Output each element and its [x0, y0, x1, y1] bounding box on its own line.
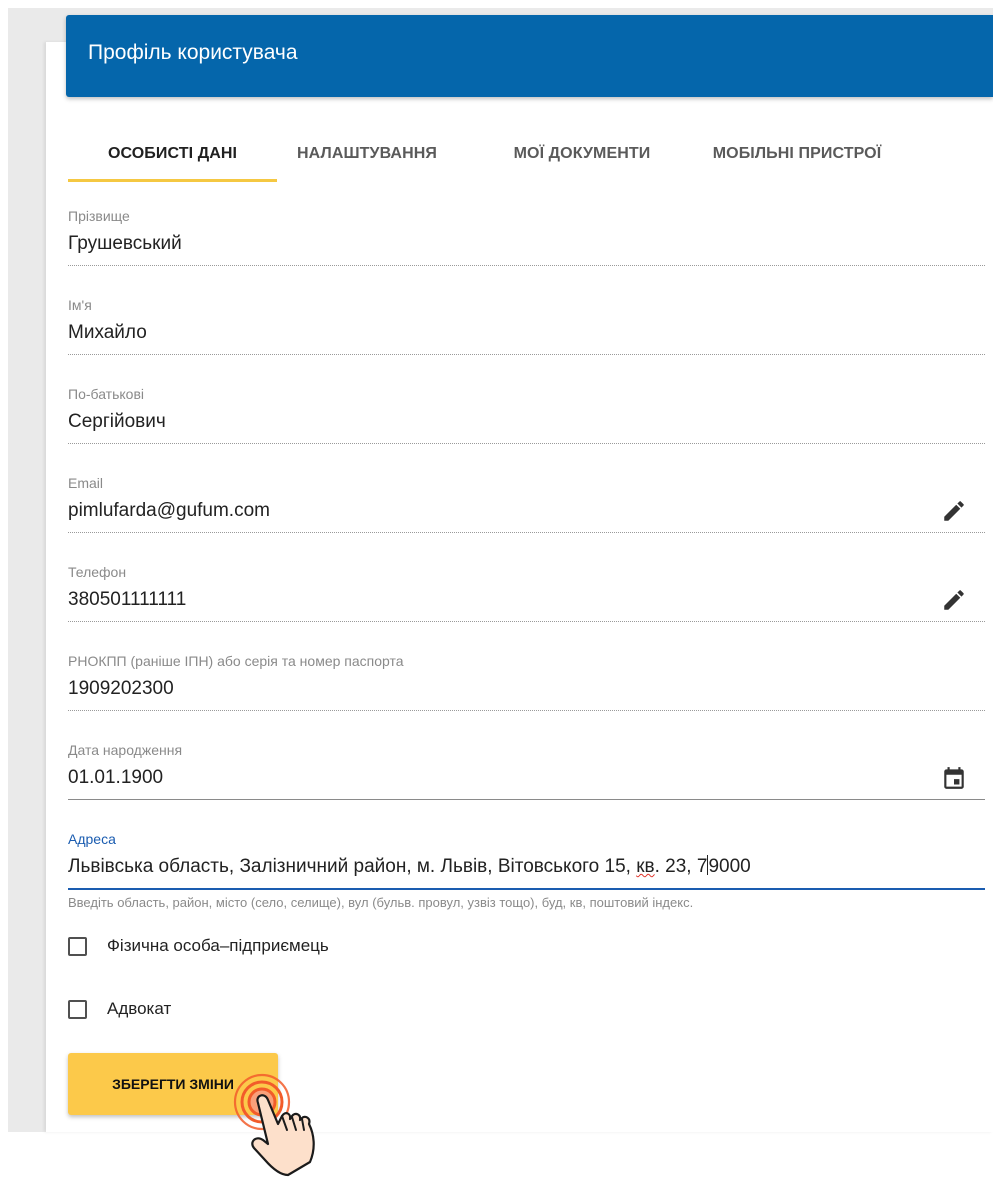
checkbox-lawyer[interactable]: Адвокат	[68, 996, 171, 1022]
checkbox-entrepreneur-box[interactable]	[68, 936, 87, 956]
checkbox-lawyer-box[interactable]	[68, 999, 87, 1019]
phone-underline	[68, 621, 985, 622]
address-input[interactable]: Львівська область, Залізничний район, м.…	[68, 852, 985, 882]
tax-id-underline	[68, 710, 985, 711]
page: Профіль користувача ОСОБИСТІ ДАНІ НАЛАШТ…	[0, 0, 993, 1182]
profile-tabs: ОСОБИСТІ ДАНІ НАЛАШТУВАННЯ МОЇ ДОКУМЕНТИ…	[68, 128, 887, 182]
patronymic-label: По-батькові	[68, 386, 145, 402]
address-helper-text: Введіть область, район, місто (село, сел…	[68, 895, 694, 910]
page-title: Профіль користувача	[88, 41, 298, 64]
save-changes-button[interactable]: ЗБЕРЕГТИ ЗМІНИ	[68, 1053, 278, 1115]
email-field[interactable]: Email pimlufarda@gufum.com	[68, 474, 985, 533]
spellcheck-marked-text: кв	[636, 856, 655, 877]
birth-date-label: Дата народження	[68, 742, 183, 758]
first-name-underline	[68, 354, 985, 355]
address-label: Адреса	[68, 831, 116, 847]
calendar-icon[interactable]	[941, 765, 967, 791]
address-underline	[68, 888, 985, 890]
first-name-input[interactable]: Михайло	[68, 318, 985, 348]
surname-label: Прізвище	[68, 208, 130, 224]
edit-pencil-icon[interactable]	[941, 587, 967, 613]
checkbox-lawyer-label: Адвокат	[107, 999, 172, 1018]
address-text-part: . 23, 7	[654, 856, 708, 877]
surname-input[interactable]: Грушевський	[68, 229, 985, 259]
address-text-part: 9000	[708, 856, 751, 877]
patronymic-underline	[68, 443, 985, 444]
surname-underline	[68, 265, 985, 266]
tax-id-input[interactable]: 1909202300	[68, 674, 985, 704]
address-field[interactable]: Адреса Львівська область, Залізничний ра…	[68, 830, 985, 890]
patronymic-field[interactable]: По-батькові Сергійович	[68, 385, 985, 444]
email-underline	[68, 532, 985, 533]
tab-settings[interactable]: НАЛАШТУВАННЯ	[277, 128, 457, 180]
email-input[interactable]: pimlufarda@gufum.com	[68, 496, 985, 526]
phone-input[interactable]: 380501111111	[68, 585, 985, 615]
profile-header: Профіль користувача	[66, 15, 993, 97]
tab-personal-data[interactable]: ОСОБИСТІ ДАНІ	[68, 128, 277, 182]
edit-pencil-icon[interactable]	[941, 498, 967, 524]
birth-date-underline	[68, 799, 985, 800]
patronymic-input[interactable]: Сергійович	[68, 407, 985, 437]
surname-field[interactable]: Прізвище Грушевський	[68, 207, 985, 266]
phone-field[interactable]: Телефон 380501111111	[68, 563, 985, 622]
phone-label: Телефон	[68, 564, 127, 580]
address-text-part: Львівська область, Залізничний район, м.…	[68, 856, 637, 877]
tax-id-label: РНОКПП (раніше ІПН) або серія та номер п…	[68, 653, 404, 669]
birth-date-field[interactable]: Дата народження 01.01.1900	[68, 741, 985, 800]
tab-mobile-devices[interactable]: МОБІЛЬНІ ПРИСТРОЇ	[707, 128, 887, 180]
email-label: Email	[68, 475, 104, 491]
checkbox-entrepreneur-label: Фізична особа–підприємець	[107, 936, 329, 955]
first-name-label: Ім'я	[68, 297, 92, 313]
first-name-field[interactable]: Ім'я Михайло	[68, 296, 985, 355]
birth-date-input[interactable]: 01.01.1900	[68, 763, 985, 793]
tax-id-field[interactable]: РНОКПП (раніше ІПН) або серія та номер п…	[68, 652, 985, 711]
tab-my-documents[interactable]: МОЇ ДОКУМЕНТИ	[457, 128, 707, 180]
checkbox-entrepreneur[interactable]: Фізична особа–підприємець	[68, 933, 329, 959]
